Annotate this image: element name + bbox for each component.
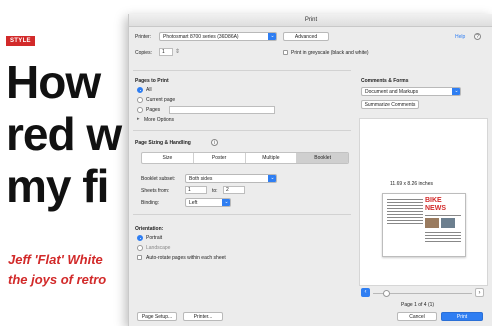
thumb-title: BIKE NEWS <box>425 197 446 212</box>
booklet-subset-select[interactable]: Both sides ⌄ <box>185 174 277 183</box>
chevron-down-icon: ⌄ <box>452 88 460 95</box>
chevron-down-icon: ⌄ <box>268 175 276 182</box>
preview-scrubber-knob[interactable] <box>383 290 390 297</box>
divider <box>133 130 351 131</box>
print-dialog: Print Printer: Photosmart 8700 series (3… <box>128 14 492 326</box>
landscape-label: Landscape <box>146 245 171 251</box>
tab-size[interactable]: Size <box>142 153 194 163</box>
sizing-section-title: Page Sizing & Handling <box>135 140 191 146</box>
thumb-left-page <box>387 197 423 252</box>
help-icon[interactable]: ? <box>474 33 481 40</box>
auto-rotate-label: Auto-rotate pages within each sheet <box>146 255 226 261</box>
preview-page-thumbnail: BIKE NEWS <box>382 193 466 257</box>
info-icon[interactable]: i <box>211 139 218 146</box>
comments-select-value: Document and Markups <box>365 89 419 95</box>
style-tag: STYLE <box>6 36 35 46</box>
printer-select[interactable]: Photosmart 8700 series (36D86A) ⌄ <box>159 32 277 41</box>
thumb-photo-image <box>441 218 455 228</box>
pages-current-radio[interactable] <box>137 97 143 103</box>
pages-range-radio[interactable] <box>137 107 143 113</box>
sizing-tabs: Size Poster Multiple Booklet <box>141 152 349 164</box>
standfirst-line-2: the joys of retro <box>8 272 107 287</box>
binding-select[interactable]: Left ⌄ <box>185 198 231 207</box>
headline-line-3: my fi <box>6 160 109 212</box>
pages-range-label: Pages <box>146 107 161 113</box>
page-indicator: Page 1 of 4 (1) <box>401 302 435 308</box>
orientation-title: Orientation: <box>135 226 164 232</box>
grayscale-checkbox[interactable] <box>283 50 288 55</box>
pages-all-label: All <box>146 87 152 93</box>
thumb-right-page: BIKE NEWS <box>425 197 461 252</box>
page-setup-button[interactable]: Page Setup... <box>137 312 177 321</box>
printer-select-value: Photosmart 8700 series (36D86A) <box>163 34 239 40</box>
tab-booklet[interactable]: Booklet <box>297 153 348 163</box>
next-page-button[interactable]: › <box>475 288 484 297</box>
sheets-to-label: to: <box>212 188 218 194</box>
pages-current-label: Current page <box>146 97 176 103</box>
cancel-button[interactable]: Cancel <box>397 312 437 321</box>
sheets-to-input[interactable]: 2 <box>223 186 245 194</box>
booklet-subset-label: Booklet subset: <box>141 176 176 182</box>
standfirst-line-1: Jeff 'Flat' White <box>8 252 103 267</box>
comments-select[interactable]: Document and Markups ⌄ <box>361 87 461 96</box>
sheets-from-input[interactable]: 1 <box>185 186 207 194</box>
pages-all-radio[interactable] <box>137 87 143 93</box>
preview-scrubber: ‹ › <box>359 288 486 298</box>
booklet-subset-value: Both sides <box>189 176 213 182</box>
chevron-down-icon: ⌄ <box>268 33 276 40</box>
disclosure-triangle-icon[interactable]: ▸ <box>137 116 140 122</box>
print-button[interactable]: Print <box>441 312 483 321</box>
chevron-down-icon: ⌄ <box>222 199 230 206</box>
previous-page-button[interactable]: ‹ <box>361 288 370 297</box>
help-link[interactable]: Help <box>455 34 465 40</box>
landscape-radio[interactable] <box>137 245 143 251</box>
article-standfirst: Jeff 'Flat' White the joys of retro <box>8 250 106 290</box>
preview-size-label: 11.69 x 8.26 inches <box>390 181 433 187</box>
thumb-photo-image <box>425 218 439 228</box>
comments-section-title: Comments & Forms <box>361 78 409 84</box>
more-options-link[interactable]: More Options <box>144 117 174 123</box>
printer-label: Printer: <box>135 34 152 40</box>
print-preview: 11.69 x 8.26 inches BIKE NEWS <box>359 118 488 286</box>
portrait-radio[interactable] <box>137 235 143 241</box>
auto-rotate-checkbox[interactable] <box>137 255 142 260</box>
printer-button[interactable]: Printer... <box>183 312 223 321</box>
portrait-label: Portrait <box>146 235 163 241</box>
pages-range-input[interactable] <box>169 106 275 114</box>
pages-section-title: Pages to Print <box>135 78 169 84</box>
dialog-title: Print <box>129 14 492 27</box>
summarize-comments-button[interactable]: Summarize Comments <box>361 100 419 109</box>
binding-select-value: Left <box>189 200 198 206</box>
headline-line-2: red w <box>6 108 122 160</box>
copies-label: Copies: <box>135 50 152 56</box>
article-headline: How red w my fi <box>6 56 122 212</box>
copies-input[interactable]: 1 <box>159 48 173 56</box>
stepper-icon[interactable]: ⇕ <box>175 48 180 55</box>
sheets-from-label: Sheets from: <box>141 188 170 194</box>
headline-line-1: How <box>6 56 101 108</box>
divider <box>133 214 351 215</box>
advanced-button[interactable]: Advanced <box>283 32 329 41</box>
tab-multiple[interactable]: Multiple <box>246 153 298 163</box>
tab-poster[interactable]: Poster <box>194 153 246 163</box>
binding-label: Binding: <box>141 200 160 206</box>
grayscale-label: Print in greyscale (black and white) <box>291 50 369 56</box>
divider <box>133 70 351 71</box>
